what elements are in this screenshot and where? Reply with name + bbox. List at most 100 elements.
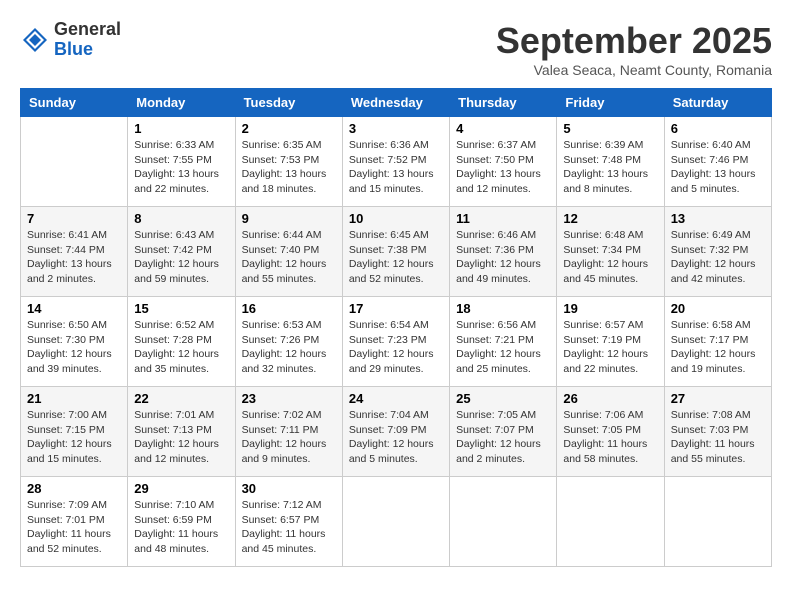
day-info: Sunrise: 6:58 AM Sunset: 7:17 PM Dayligh… xyxy=(671,318,765,377)
calendar-header-row: SundayMondayTuesdayWednesdayThursdayFrid… xyxy=(21,89,772,117)
calendar-cell: 24 Sunrise: 7:04 AM Sunset: 7:09 PM Dayli… xyxy=(342,387,449,477)
day-number: 30 xyxy=(242,481,336,496)
day-info: Sunrise: 6:46 AM Sunset: 7:36 PM Dayligh… xyxy=(456,228,550,287)
calendar-cell: 2 Sunrise: 6:35 AM Sunset: 7:53 PM Daylig… xyxy=(235,117,342,207)
calendar-cell: 11 Sunrise: 6:46 AM Sunset: 7:36 PM Dayli… xyxy=(450,207,557,297)
day-number: 29 xyxy=(134,481,228,496)
day-number: 20 xyxy=(671,301,765,316)
column-header-friday: Friday xyxy=(557,89,664,117)
day-number: 16 xyxy=(242,301,336,316)
day-info: Sunrise: 7:08 AM Sunset: 7:03 PM Dayligh… xyxy=(671,408,765,467)
day-number: 21 xyxy=(27,391,121,406)
day-number: 1 xyxy=(134,121,228,136)
day-number: 11 xyxy=(456,211,550,226)
day-info: Sunrise: 7:04 AM Sunset: 7:09 PM Dayligh… xyxy=(349,408,443,467)
calendar-week-row: 28 Sunrise: 7:09 AM Sunset: 7:01 PM Dayli… xyxy=(21,477,772,567)
day-number: 14 xyxy=(27,301,121,316)
day-number: 22 xyxy=(134,391,228,406)
calendar-week-row: 7 Sunrise: 6:41 AM Sunset: 7:44 PM Daylig… xyxy=(21,207,772,297)
day-number: 18 xyxy=(456,301,550,316)
day-info: Sunrise: 6:41 AM Sunset: 7:44 PM Dayligh… xyxy=(27,228,121,287)
calendar-cell: 19 Sunrise: 6:57 AM Sunset: 7:19 PM Dayli… xyxy=(557,297,664,387)
calendar-cell: 4 Sunrise: 6:37 AM Sunset: 7:50 PM Daylig… xyxy=(450,117,557,207)
day-number: 6 xyxy=(671,121,765,136)
calendar-cell xyxy=(450,477,557,567)
calendar-cell: 28 Sunrise: 7:09 AM Sunset: 7:01 PM Dayli… xyxy=(21,477,128,567)
day-number: 10 xyxy=(349,211,443,226)
page-header: General Blue September 2025 Valea Seaca,… xyxy=(20,20,772,78)
day-info: Sunrise: 6:35 AM Sunset: 7:53 PM Dayligh… xyxy=(242,138,336,197)
day-number: 17 xyxy=(349,301,443,316)
calendar-cell: 30 Sunrise: 7:12 AM Sunset: 6:57 PM Dayli… xyxy=(235,477,342,567)
calendar-cell: 16 Sunrise: 6:53 AM Sunset: 7:26 PM Dayli… xyxy=(235,297,342,387)
calendar-cell: 23 Sunrise: 7:02 AM Sunset: 7:11 PM Dayli… xyxy=(235,387,342,477)
title-block: September 2025 Valea Seaca, Neamt County… xyxy=(496,20,772,78)
calendar-cell: 25Sunrise: 7:05 AM Sunset: 7:07 PM Dayli… xyxy=(450,387,557,477)
day-info: Sunrise: 6:33 AM Sunset: 7:55 PM Dayligh… xyxy=(134,138,228,197)
calendar-cell xyxy=(342,477,449,567)
calendar-cell xyxy=(557,477,664,567)
logo-general-text: General xyxy=(54,20,121,40)
day-number: 2 xyxy=(242,121,336,136)
day-info: Sunrise: 7:00 AM Sunset: 7:15 PM Dayligh… xyxy=(27,408,121,467)
calendar-cell: 22Sunrise: 7:01 AM Sunset: 7:13 PM Dayli… xyxy=(128,387,235,477)
day-info: Sunrise: 7:12 AM Sunset: 6:57 PM Dayligh… xyxy=(242,498,336,557)
calendar-cell: 3Sunrise: 6:36 AM Sunset: 7:52 PM Daylig… xyxy=(342,117,449,207)
calendar-cell: 5Sunrise: 6:39 AM Sunset: 7:48 PM Daylig… xyxy=(557,117,664,207)
day-info: Sunrise: 6:45 AM Sunset: 7:38 PM Dayligh… xyxy=(349,228,443,287)
day-number: 4 xyxy=(456,121,550,136)
day-info: Sunrise: 6:44 AM Sunset: 7:40 PM Dayligh… xyxy=(242,228,336,287)
column-header-tuesday: Tuesday xyxy=(235,89,342,117)
day-number: 23 xyxy=(242,391,336,406)
column-header-sunday: Sunday xyxy=(21,89,128,117)
calendar-cell: 7 Sunrise: 6:41 AM Sunset: 7:44 PM Daylig… xyxy=(21,207,128,297)
day-number: 9 xyxy=(242,211,336,226)
day-info: Sunrise: 6:57 AM Sunset: 7:19 PM Dayligh… xyxy=(563,318,657,377)
day-number: 24 xyxy=(349,391,443,406)
day-info: Sunrise: 6:53 AM Sunset: 7:26 PM Dayligh… xyxy=(242,318,336,377)
calendar-week-row: 14 Sunrise: 6:50 AM Sunset: 7:30 PM Dayli… xyxy=(21,297,772,387)
calendar-cell: 6 Sunrise: 6:40 AM Sunset: 7:46 PM Daylig… xyxy=(664,117,771,207)
day-info: Sunrise: 7:05 AM Sunset: 7:07 PM Dayligh… xyxy=(456,408,550,467)
month-title: September 2025 xyxy=(496,20,772,62)
location-subtitle: Valea Seaca, Neamt County, Romania xyxy=(496,62,772,78)
day-number: 8 xyxy=(134,211,228,226)
calendar-cell xyxy=(21,117,128,207)
calendar-cell: 29 Sunrise: 7:10 AM Sunset: 6:59 PM Dayli… xyxy=(128,477,235,567)
day-info: Sunrise: 7:06 AM Sunset: 7:05 PM Dayligh… xyxy=(563,408,657,467)
day-number: 28 xyxy=(27,481,121,496)
day-info: Sunrise: 6:43 AM Sunset: 7:42 PM Dayligh… xyxy=(134,228,228,287)
column-header-saturday: Saturday xyxy=(664,89,771,117)
day-info: Sunrise: 7:02 AM Sunset: 7:11 PM Dayligh… xyxy=(242,408,336,467)
day-number: 26 xyxy=(563,391,657,406)
day-info: Sunrise: 6:40 AM Sunset: 7:46 PM Dayligh… xyxy=(671,138,765,197)
day-info: Sunrise: 6:49 AM Sunset: 7:32 PM Dayligh… xyxy=(671,228,765,287)
day-number: 12 xyxy=(563,211,657,226)
day-number: 7 xyxy=(27,211,121,226)
calendar-cell: 8 Sunrise: 6:43 AM Sunset: 7:42 PM Daylig… xyxy=(128,207,235,297)
column-header-thursday: Thursday xyxy=(450,89,557,117)
calendar-cell: 1 Sunrise: 6:33 AM Sunset: 7:55 PM Daylig… xyxy=(128,117,235,207)
day-number: 3 xyxy=(349,121,443,136)
logo-blue-text: Blue xyxy=(54,40,121,60)
day-info: Sunrise: 6:48 AM Sunset: 7:34 PM Dayligh… xyxy=(563,228,657,287)
day-info: Sunrise: 7:10 AM Sunset: 6:59 PM Dayligh… xyxy=(134,498,228,557)
day-number: 5 xyxy=(563,121,657,136)
calendar-cell xyxy=(664,477,771,567)
calendar-cell: 15Sunrise: 6:52 AM Sunset: 7:28 PM Dayli… xyxy=(128,297,235,387)
calendar-week-row: 21 Sunrise: 7:00 AM Sunset: 7:15 PM Dayli… xyxy=(21,387,772,477)
logo-icon xyxy=(20,25,50,55)
day-info: Sunrise: 6:37 AM Sunset: 7:50 PM Dayligh… xyxy=(456,138,550,197)
day-info: Sunrise: 6:50 AM Sunset: 7:30 PM Dayligh… xyxy=(27,318,121,377)
calendar-cell: 9 Sunrise: 6:44 AM Sunset: 7:40 PM Daylig… xyxy=(235,207,342,297)
calendar-cell: 20 Sunrise: 6:58 AM Sunset: 7:17 PM Dayli… xyxy=(664,297,771,387)
day-number: 27 xyxy=(671,391,765,406)
calendar-cell: 26 Sunrise: 7:06 AM Sunset: 7:05 PM Dayli… xyxy=(557,387,664,477)
day-number: 19 xyxy=(563,301,657,316)
calendar-week-row: 1 Sunrise: 6:33 AM Sunset: 7:55 PM Daylig… xyxy=(21,117,772,207)
day-info: Sunrise: 7:09 AM Sunset: 7:01 PM Dayligh… xyxy=(27,498,121,557)
logo: General Blue xyxy=(20,20,121,60)
calendar-cell: 14 Sunrise: 6:50 AM Sunset: 7:30 PM Dayli… xyxy=(21,297,128,387)
column-header-wednesday: Wednesday xyxy=(342,89,449,117)
calendar-cell: 21 Sunrise: 7:00 AM Sunset: 7:15 PM Dayli… xyxy=(21,387,128,477)
